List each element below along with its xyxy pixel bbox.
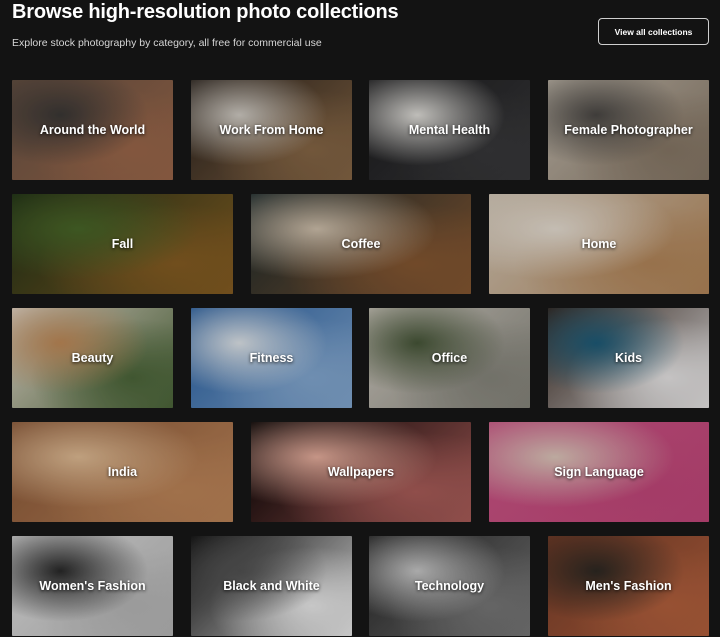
- collections-page: Browse high-resolution photo collections…: [0, 0, 720, 637]
- collection-tile[interactable]: Office: [369, 308, 530, 408]
- collection-label: Sign Language: [554, 465, 644, 479]
- collection-tile[interactable]: Kids: [548, 308, 709, 408]
- collection-label: Kids: [614, 351, 643, 365]
- collection-tile[interactable]: Fall: [12, 194, 233, 294]
- collection-label: Coffee: [341, 237, 381, 251]
- collection-label: Men's Fashion: [585, 579, 672, 593]
- view-all-collections-button[interactable]: View all collections: [598, 18, 709, 45]
- collection-label: Fall: [111, 237, 134, 251]
- collection-tile[interactable]: Home: [489, 194, 709, 294]
- collection-tile[interactable]: Technology: [369, 536, 530, 636]
- collection-label: Beauty: [71, 351, 114, 365]
- collection-tile[interactable]: Fitness: [191, 308, 352, 408]
- collection-tile[interactable]: Around the World: [12, 80, 173, 180]
- collection-label: Black and White: [223, 579, 320, 593]
- collection-tile[interactable]: India: [12, 422, 233, 522]
- page-title: Browse high-resolution photo collections: [12, 1, 399, 23]
- collection-tile[interactable]: Black and White: [191, 536, 352, 636]
- collection-tile[interactable]: Women's Fashion: [12, 536, 173, 636]
- page-header: Browse high-resolution photo collections…: [12, 0, 712, 60]
- collection-tile[interactable]: Female Photographer: [548, 80, 709, 180]
- collection-label: Mental Health: [408, 123, 491, 137]
- collection-label: Female Photographer: [564, 123, 693, 137]
- collection-tile[interactable]: Beauty: [12, 308, 173, 408]
- collection-tile[interactable]: Sign Language: [489, 422, 709, 522]
- collection-label: Work From Home: [219, 123, 324, 137]
- collection-tile[interactable]: Work From Home: [191, 80, 352, 180]
- collection-label: Office: [431, 351, 468, 365]
- collection-label: India: [107, 465, 138, 479]
- collection-label: Home: [581, 237, 617, 251]
- collection-tile[interactable]: Coffee: [251, 194, 471, 294]
- collection-label: Technology: [414, 579, 485, 593]
- collection-label: Wallpapers: [327, 465, 395, 479]
- collection-tile[interactable]: Men's Fashion: [548, 536, 709, 636]
- collection-label: Fitness: [249, 351, 294, 365]
- collection-label: Around the World: [39, 123, 146, 137]
- page-subtitle: Explore stock photography by category, a…: [12, 37, 322, 49]
- collection-label: Women's Fashion: [39, 579, 146, 593]
- collection-tile[interactable]: Wallpapers: [251, 422, 471, 522]
- collection-tile[interactable]: Mental Health: [369, 80, 530, 180]
